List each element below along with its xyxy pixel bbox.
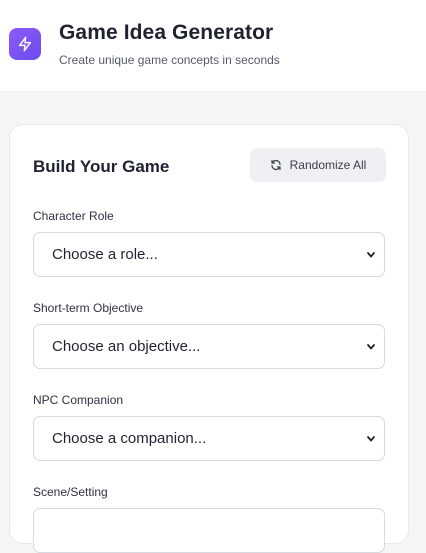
character-role-select[interactable]: Choose a role... (33, 232, 385, 277)
scene-setting-label: Scene/Setting (33, 485, 108, 499)
chevron-down-icon (367, 251, 375, 257)
objective-value: Choose an objective... (52, 338, 201, 355)
refresh-icon (270, 159, 282, 171)
page-title: Game Idea Generator (59, 21, 274, 44)
page-subtitle: Create unique game concepts in seconds (59, 53, 280, 67)
npc-companion-label: NPC Companion (33, 393, 124, 407)
chevron-down-icon (367, 435, 375, 441)
npc-companion-select[interactable]: Choose a companion... (33, 416, 385, 461)
objective-select[interactable]: Choose an objective... (33, 324, 385, 369)
card-title: Build Your Game (33, 157, 170, 176)
randomize-all-button[interactable]: Randomize All (250, 148, 386, 182)
character-role-value: Choose a role... (52, 246, 158, 263)
app-header: Game Idea Generator Create unique game c… (0, 0, 426, 92)
npc-companion-value: Choose a companion... (52, 430, 207, 447)
objective-label: Short-term Objective (33, 301, 144, 315)
build-game-card: Build Your Game Randomize All Character … (9, 124, 409, 553)
scene-setting-select[interactable] (33, 508, 385, 553)
character-role-label: Character Role (33, 209, 114, 223)
chevron-down-icon (367, 343, 375, 349)
lightning-bolt-icon (9, 28, 41, 60)
randomize-all-label: Randomize All (289, 158, 367, 172)
